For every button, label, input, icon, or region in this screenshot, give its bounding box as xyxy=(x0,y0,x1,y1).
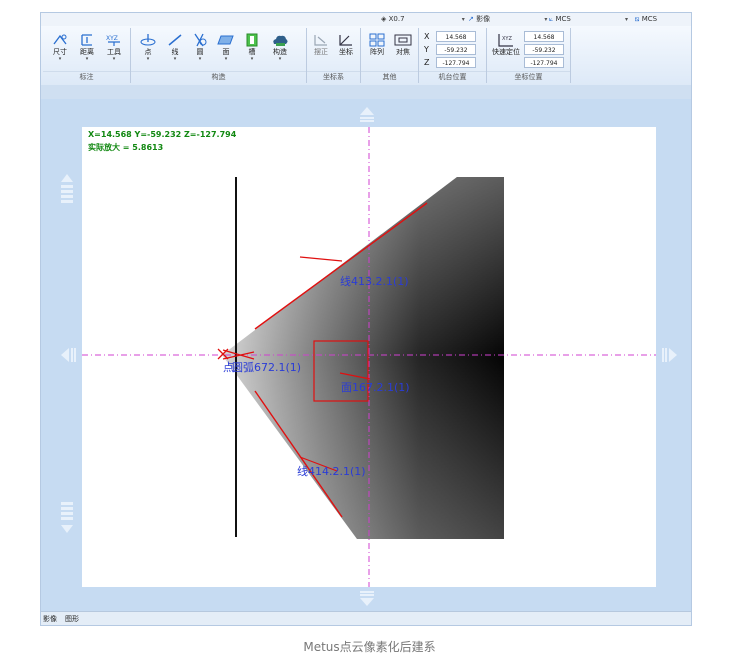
coord-dropdown-1[interactable]: ⟀ MCS ▾ xyxy=(549,14,628,25)
position-readout: X=14.568 Y=-59.232 Z=-127.794 xyxy=(88,130,237,139)
group-coord-position: XYZ 快速定位 14.568 -59.232 -127.794 坐标位置 xyxy=(487,28,571,83)
point-icon xyxy=(138,32,158,48)
chevron-down-icon: ▾ xyxy=(461,16,465,23)
image-canvas[interactable]: X=14.568 Y=-59.232 Z=-127.794 实际放大 = 5.8… xyxy=(82,127,656,587)
array-button[interactable]: 阵列 xyxy=(366,32,388,57)
align-button[interactable]: 对焦 xyxy=(392,32,414,57)
plane-button[interactable]: 面 ▾ xyxy=(215,32,237,62)
application-window: ◈ X0.7 ▾ ↗ 影像 ▾ ⟀ MCS ▾ ⧅ MCS 尺寸 ▾ 距离 ▾ … xyxy=(40,12,692,626)
image-viewport[interactable]: X=14.568 Y=-59.232 Z=-127.794 实际放大 = 5.8… xyxy=(41,99,691,611)
measure-short-1 xyxy=(299,256,343,262)
line-icon xyxy=(165,32,185,48)
pan-right-icon[interactable] xyxy=(661,345,679,365)
coord-z-row: -127.794 xyxy=(524,57,604,69)
distance-icon xyxy=(77,32,97,48)
scale-readout: 实际放大 = 5.8613 xyxy=(88,143,164,152)
coord-y-row: -59.232 xyxy=(524,44,604,56)
point-cloud-image xyxy=(82,127,656,587)
coord-x-field[interactable]: 14.568 xyxy=(524,31,564,42)
target-icon: ◈ xyxy=(381,15,387,23)
svg-text:XYZ: XYZ xyxy=(502,36,512,42)
group-construct: 点 ▾ 线 ▾ 圆 ▾ 面 ▾ 槽 ▾ 构造 ▾ 构造 xyxy=(131,28,307,83)
group-coordsys: 摆正 坐标 坐标系 xyxy=(307,28,361,83)
pan-up-icon[interactable] xyxy=(357,105,377,123)
bottom-tab-bar: 影像 图形 xyxy=(41,611,691,625)
svg-text:XYZ: XYZ xyxy=(106,35,118,42)
label-plane[interactable]: 面167.2.1(1) xyxy=(341,379,410,395)
tool-button[interactable]: XYZ 工具 ▾ xyxy=(103,32,125,62)
dimension-icon xyxy=(50,32,70,48)
distance-button[interactable]: 距离 ▾ xyxy=(76,32,98,62)
zoom-out-icon[interactable] xyxy=(59,501,75,545)
cloud-icon xyxy=(270,32,290,48)
machine-y-field[interactable]: -59.232 xyxy=(436,44,476,55)
machine-z-field[interactable]: -127.794 xyxy=(436,57,476,68)
plane-icon: ⧅ xyxy=(635,15,640,23)
plane-icon xyxy=(216,32,236,48)
level-icon xyxy=(311,32,331,48)
pan-left-icon[interactable] xyxy=(59,345,77,365)
axes-icon: ⟀ xyxy=(549,15,554,23)
label-line-bottom[interactable]: 线414.2.1(1) xyxy=(297,463,366,479)
ribbon: 尺寸 ▾ 距离 ▾ XYZ 工具 ▾ 标注 点 ▾ 线 ▾ 圆 ▾ 面 ▾ 槽 … xyxy=(41,26,691,86)
coord-z-field[interactable]: -127.794 xyxy=(524,57,564,68)
chevron-down-icon: ▾ xyxy=(544,16,548,23)
grid-icon xyxy=(367,32,387,48)
size-button[interactable]: 尺寸 ▾ xyxy=(49,32,71,62)
point-button[interactable]: 点 ▾ xyxy=(137,32,159,62)
mode-dropdown[interactable]: ↗ 影像 ▾ xyxy=(468,14,547,25)
zoom-dropdown[interactable]: ◈ X0.7 ▾ xyxy=(381,14,465,25)
figure-caption: Metus点云像素化后建系 xyxy=(303,640,436,654)
label-line-top[interactable]: 线413.2.1(1) xyxy=(340,273,409,289)
tab-graphic[interactable]: 图形 xyxy=(65,613,79,625)
coord-y-field[interactable]: -59.232 xyxy=(524,44,564,55)
group-annotate: 尺寸 ▾ 距离 ▾ XYZ 工具 ▾ 标注 xyxy=(43,28,131,83)
coord-dropdown-2[interactable]: ⧅ MCS xyxy=(635,14,657,25)
pen-icon: ↗ xyxy=(468,15,474,23)
quick-locate-button[interactable]: XYZ 快速定位 xyxy=(491,32,521,57)
slot-button[interactable]: 槽 ▾ xyxy=(241,32,263,62)
xyz-icon: XYZ xyxy=(104,32,124,48)
group-machine-position: X 14.568 Y -59.232 Z -127.794 机台位置 xyxy=(419,28,487,83)
tab-image[interactable]: 影像 xyxy=(43,613,57,625)
circle-button[interactable]: 圆 ▾ xyxy=(189,32,211,62)
chevron-down-icon: ▾ xyxy=(625,16,629,23)
top-toolbar: ◈ X0.7 ▾ ↗ 影像 ▾ ⟀ MCS ▾ ⧅ MCS xyxy=(41,13,691,27)
pan-down-icon[interactable] xyxy=(357,590,377,608)
slot-icon xyxy=(242,32,262,48)
coordinate-button[interactable]: 坐标 xyxy=(335,32,357,57)
xyz-locate-icon: XYZ xyxy=(496,32,516,48)
coord-x-row: 14.568 xyxy=(524,31,604,43)
group-other: 阵列 对焦 其他 xyxy=(361,28,419,83)
construct-button[interactable]: 构造 ▾ xyxy=(269,32,291,62)
ribbon-separator xyxy=(41,85,691,99)
axes-icon xyxy=(336,32,356,48)
line-button[interactable]: 线 ▾ xyxy=(164,32,186,62)
machine-x-field[interactable]: 14.568 xyxy=(436,31,476,42)
arc-icon xyxy=(190,32,210,48)
level-button[interactable]: 摆正 xyxy=(310,32,332,57)
label-arc[interactable]: 圆弧672.1(1) xyxy=(232,359,301,375)
focus-icon xyxy=(393,32,413,48)
zoom-in-icon[interactable] xyxy=(59,173,75,217)
